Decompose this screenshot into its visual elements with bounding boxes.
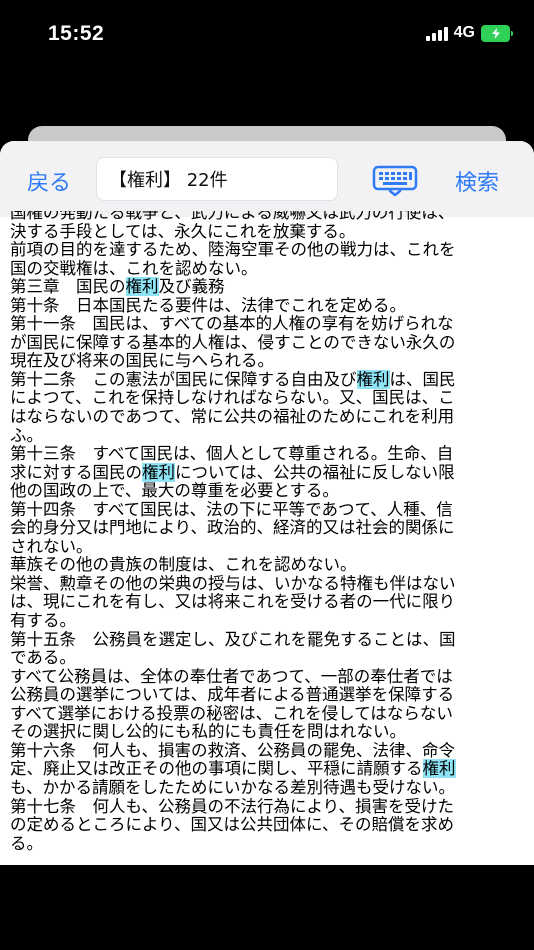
- document-line: 華族その他の貴族の制度は、これを認めない。: [10, 556, 534, 575]
- text-segment: については、公共の福祉に反しない限: [175, 462, 455, 482]
- text-segment: ふ。: [10, 425, 43, 445]
- text-segment: 前項の目的を達するため、陸海空軍その他の戦力は、これを: [10, 240, 456, 260]
- text-segment: 第十六条 何人も、損害の救済、公務員の罷免、法律、命令: [10, 740, 456, 760]
- document-line: によつて、これを保持しなければならない。又、国民は、こ: [10, 389, 534, 408]
- document-line: 前項の目的を達するため、陸海空軍その他の戦力は、これを: [10, 240, 534, 260]
- status-time: 15:52: [48, 22, 105, 45]
- document-line: その選択に関し公的にも私的にも責任を問はれない。: [10, 723, 534, 742]
- search-match-highlight: 権利: [142, 462, 175, 482]
- text-segment: 有する。: [10, 611, 76, 631]
- text-segment: 第十条 日本国民たる要件は、法律でこれを定める。: [10, 295, 406, 315]
- document-line: 有する。: [10, 611, 534, 631]
- document-line: 第三章 国民の権利及び義務: [10, 277, 534, 297]
- text-segment: である。: [10, 648, 76, 668]
- document-line: 第十六条 何人も、損害の救済、公務員の罷免、法律、命令: [10, 740, 534, 761]
- document-line: ふ。: [10, 425, 534, 446]
- keyboard-button[interactable]: [372, 165, 418, 197]
- text-segment: すべて公務員は、全体の奉仕者であつて、一部の奉仕者では: [10, 666, 453, 686]
- document-line: 会的身分又は門地により、政治的、経済的又は社会的関係に: [10, 519, 534, 538]
- text-segment: 第十一条 国民は、すべての基本的人権の享有を妨げられな: [10, 314, 454, 334]
- document-line: 第十五条 公務員を選定し、及びこれを罷免することは、国: [10, 629, 534, 650]
- document-line: 国の交戦権は、これを認めない。: [10, 258, 534, 279]
- document-line: 現在及び将来の国民に与へられる。: [10, 352, 534, 371]
- text-segment: 栄誉、勲章その他の栄典の授与は、いかなる特権も伴はない: [10, 573, 456, 593]
- text-segment: 第三章 国民の: [10, 277, 126, 297]
- text-segment: 第十三条 すべて国民は、個人として尊重される。生命、自: [10, 444, 454, 464]
- status-bar: 15:52 4G: [0, 0, 534, 70]
- back-button[interactable]: 戻る: [27, 165, 71, 197]
- document-line: 第十七条 何人も、公務員の不法行為により、損害を受けた: [10, 796, 534, 817]
- document-line: はならないのであつて、常に公共の福祉のためにこれを利用: [10, 407, 534, 427]
- text-segment: 公務員の選挙については、成年者による普通選挙を保障する: [10, 685, 455, 705]
- document-line: されない。: [10, 536, 534, 557]
- document-line: 求に対する国民の権利については、公共の福祉に反しない限: [10, 462, 534, 483]
- text-segment: 華族その他の貴族の制度は、これを認めない。: [10, 555, 357, 575]
- document-line: すべて選挙における投票の秘密は、これを侵してはならない: [10, 703, 534, 724]
- document-line: 決する手段としては、永久にこれを放棄する。: [10, 221, 534, 242]
- text-segment: も、かかる請願をしたためにいかなる差別待遇も受けない。: [10, 777, 456, 797]
- document-line: 栄誉、勲章その他の栄典の授与は、いかなる特権も伴はない: [10, 573, 534, 594]
- document-line: は、現にこれを有し、又は将来これを受ける者の一代に限り: [10, 593, 534, 612]
- text-segment: 他の国政の上で、最大の尊重を必要とする。: [10, 481, 339, 501]
- document-line: 第十一条 国民は、すべての基本的人権の享有を妨げられな: [10, 315, 534, 334]
- charging-bolt-icon: [491, 27, 500, 39]
- status-indicators: 4G: [425, 24, 513, 42]
- text-segment: はならないのであつて、常に公共の福祉のためにこれを利用: [10, 407, 455, 427]
- text-segment: 第十五条 公務員を選定し、及びこれを罷免することは、国: [10, 629, 456, 649]
- document-line: の定めるところにより、国又は公共団体に、その賠償を求め: [10, 815, 534, 835]
- cellular-signal-icon: [425, 25, 448, 41]
- text-segment: されない。: [10, 536, 93, 556]
- search-button[interactable]: 検索: [455, 165, 499, 197]
- document-line: 定、廃止又は改正その他の事項に関し、平穏に請願する権利: [10, 759, 534, 779]
- text-segment: その選択に関し公的にも私的にも責任を問はれない。: [10, 722, 406, 742]
- document-line: すべて公務員は、全体の奉仕者であつて、一部の奉仕者では: [10, 666, 534, 687]
- document-line: る。: [10, 833, 534, 854]
- text-segment: は、現にこれを有し、又は将来これを受ける者の一代に限り: [10, 592, 456, 612]
- network-type: 4G: [453, 24, 475, 41]
- text-segment: 第十七条 何人も、公務員の不法行為により、損害を受けた: [10, 796, 455, 816]
- text-segment: 国権の発動たる戦争と、武力による威嚇又は武力の行使は、: [10, 211, 455, 222]
- document-line: である。: [10, 648, 534, 668]
- text-segment: すべて選挙における投票の秘密は、これを侵してはならない: [10, 703, 453, 723]
- document-line: 第十二条 この憲法が国民に保障する自由及び権利は、国民: [10, 369, 534, 390]
- document-line: 第十四条 すべて国民は、法の下に平等であつて、人種、信: [10, 499, 534, 520]
- text-segment: る。: [10, 833, 43, 853]
- text-segment: が国民に保障する基本的人権は、侵すことのできない永久の: [10, 332, 456, 352]
- document-line: 公務員の選挙については、成年者による普通選挙を保障する: [10, 685, 534, 705]
- text-segment: によつて、これを保持しなければならない。又、国民は、こ: [10, 388, 455, 408]
- text-segment: 定、廃止又は改正その他の事項に関し、平穏に請願する: [10, 759, 423, 779]
- document-line: も、かかる請願をしたためにいかなる差別待遇も受けない。: [10, 777, 534, 798]
- search-field[interactable]: 【権利】 22件: [96, 157, 338, 201]
- text-segment: 現在及び将来の国民に与へられる。: [10, 351, 274, 371]
- battery-charging-icon: [481, 24, 513, 42]
- text-segment: 第十四条 すべて国民は、法の下に平等であつて、人種、信: [10, 499, 453, 519]
- search-match-highlight: 権利: [356, 369, 390, 389]
- text-segment: 国の交戦権は、これを認めない。: [10, 258, 258, 278]
- document-line: 他の国政の上で、最大の尊重を必要とする。: [10, 481, 534, 501]
- document-content[interactable]: 国権の発動たる戦争と、武力による威嚇又は武力の行使は、 決する手段としては、永久に…: [0, 211, 534, 865]
- text-segment: 会的身分又は門地により、政治的、経済的又は社会的関係に: [10, 518, 455, 538]
- text-segment: 第十二条 この憲法が国民に保障する自由及び: [10, 369, 357, 389]
- text-segment: 求に対する国民の: [10, 462, 142, 482]
- search-match-highlight: 権利: [125, 277, 159, 297]
- text-segment: 決する手段としては、永久にこれを放棄する。: [10, 221, 356, 241]
- document-line: が国民に保障する基本的人権は、侵すことのできない永久の: [10, 332, 534, 353]
- document-text: 国権の発動たる戦争と、武力による威嚇又は武力の行使は、 決する手段としては、永久に…: [10, 211, 534, 853]
- search-match-highlight: 権利: [422, 759, 456, 779]
- text-segment: 及び義務: [158, 277, 225, 297]
- search-query-text: 【権利】 22件: [109, 170, 228, 191]
- text-segment: の定めるところにより、国又は公共団体に、その賠償を求め: [10, 815, 455, 835]
- search-sheet: 戻る 【権利】 22件 検索 国権の発動たる戦争と、武力による威嚇又は武力の行使…: [0, 141, 534, 865]
- document-line: 第十三条 すべて国民は、個人として尊重される。生命、自: [10, 444, 534, 464]
- document-line: 第十条 日本国民たる要件は、法律でこれを定める。: [10, 295, 534, 316]
- search-toolbar: 戻る 【権利】 22件 検索: [0, 141, 534, 217]
- keyboard-icon: [372, 165, 418, 197]
- text-segment: は、国民: [389, 369, 456, 389]
